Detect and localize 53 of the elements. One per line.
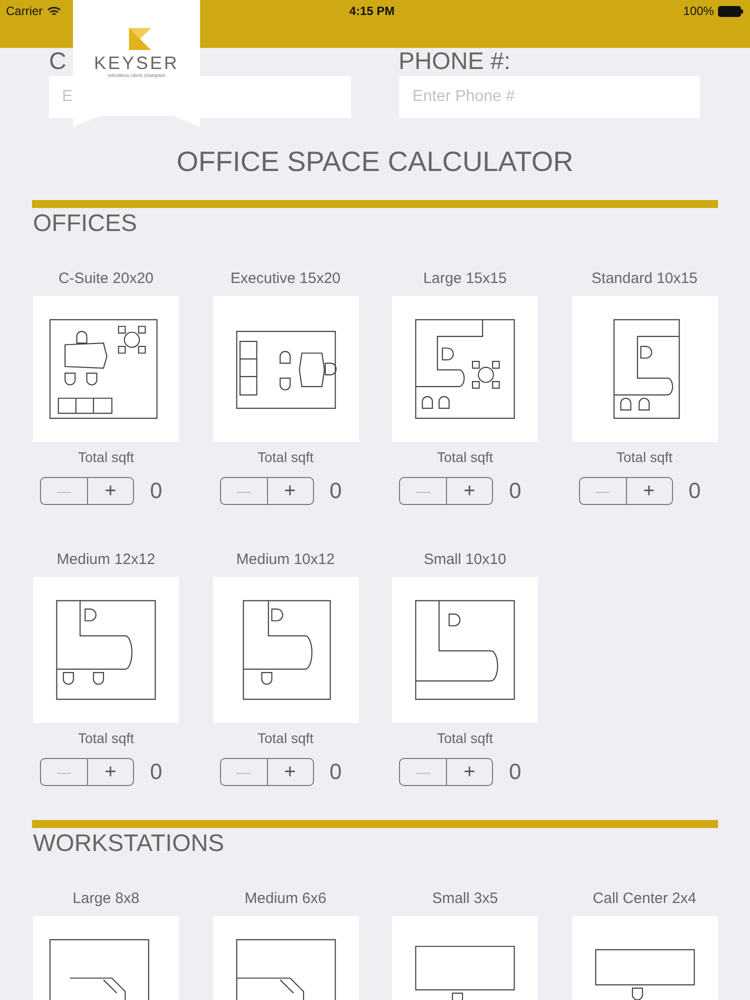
total-sqft-label: Total sqft <box>78 448 134 466</box>
floor-plan-card[interactable] <box>33 296 179 442</box>
office-type-label: Executive 15x20 <box>230 270 341 288</box>
total-sqft-label: Total sqft <box>78 729 134 747</box>
floor-plan-card[interactable] <box>212 577 358 723</box>
total-sqft-label: Total sqft <box>257 729 314 747</box>
increment-button[interactable]: + <box>446 759 492 785</box>
office-type-label: Small 10x10 <box>424 551 506 569</box>
sqft-value: 0 <box>509 478 522 504</box>
total-sqft-label: Total sqft <box>257 448 314 466</box>
section-heading: WORKSTATIONS <box>32 830 226 858</box>
increment-button[interactable]: + <box>266 478 312 504</box>
sqft-value: 0 <box>509 759 522 785</box>
field-label: C <box>49 50 66 74</box>
battery-percent: 100% <box>683 3 714 19</box>
office-type-label: Large 15x15 <box>423 270 507 288</box>
floor-plan-card[interactable] <box>392 577 538 723</box>
logo-mark-icon <box>128 28 150 50</box>
sqft-value: 0 <box>688 478 701 504</box>
sqft-value: 0 <box>330 478 342 504</box>
input-field[interactable]: Enter Phone # <box>398 76 700 118</box>
office-type-label: Large 8x8 <box>72 890 140 908</box>
floor-plan-card[interactable] <box>392 296 538 442</box>
office-type-label: Medium 10x12 <box>236 551 335 569</box>
input-field[interactable]: E <box>49 76 73 118</box>
office-type-label: Small 3x5 <box>432 890 498 908</box>
carrier-label: Carrier <box>6 3 43 19</box>
section-heading: OFFICES <box>32 210 138 238</box>
office-type-label: Call Center 2x4 <box>592 890 696 908</box>
total-sqft-label: Total sqft <box>436 729 494 747</box>
total-sqft-label: Total sqft <box>436 448 494 466</box>
total-sqft-label: Total sqft <box>616 448 673 466</box>
increment-button[interactable]: + <box>87 759 133 785</box>
increment-button[interactable]: + <box>266 759 312 785</box>
increment-button[interactable]: + <box>626 478 672 504</box>
sqft-value: 0 <box>150 478 162 504</box>
office-type-label: Standard 10x15 <box>592 270 698 288</box>
logo-name: KEYSER <box>94 53 180 73</box>
sqft-value: 0 <box>330 759 342 785</box>
office-type-label: Medium 6x6 <box>244 890 326 908</box>
floor-plan-card[interactable] <box>572 296 718 442</box>
sqft-value: 0 <box>150 759 162 785</box>
office-type-label: Medium 12x12 <box>56 551 156 569</box>
page-title: OFFICE SPACE CALCULATOR <box>176 146 574 178</box>
clock-time: 4:15 PM <box>349 3 395 19</box>
increment-button[interactable]: + <box>446 478 492 504</box>
battery-icon <box>718 6 744 16</box>
wifi-icon <box>46 6 61 16</box>
office-type-label: C-Suite 20x20 <box>58 270 154 288</box>
increment-button[interactable]: + <box>87 478 133 504</box>
floor-plan-card[interactable] <box>212 296 358 442</box>
floor-plan-card[interactable] <box>33 577 179 723</box>
field-label: PHONE #: <box>398 50 511 74</box>
